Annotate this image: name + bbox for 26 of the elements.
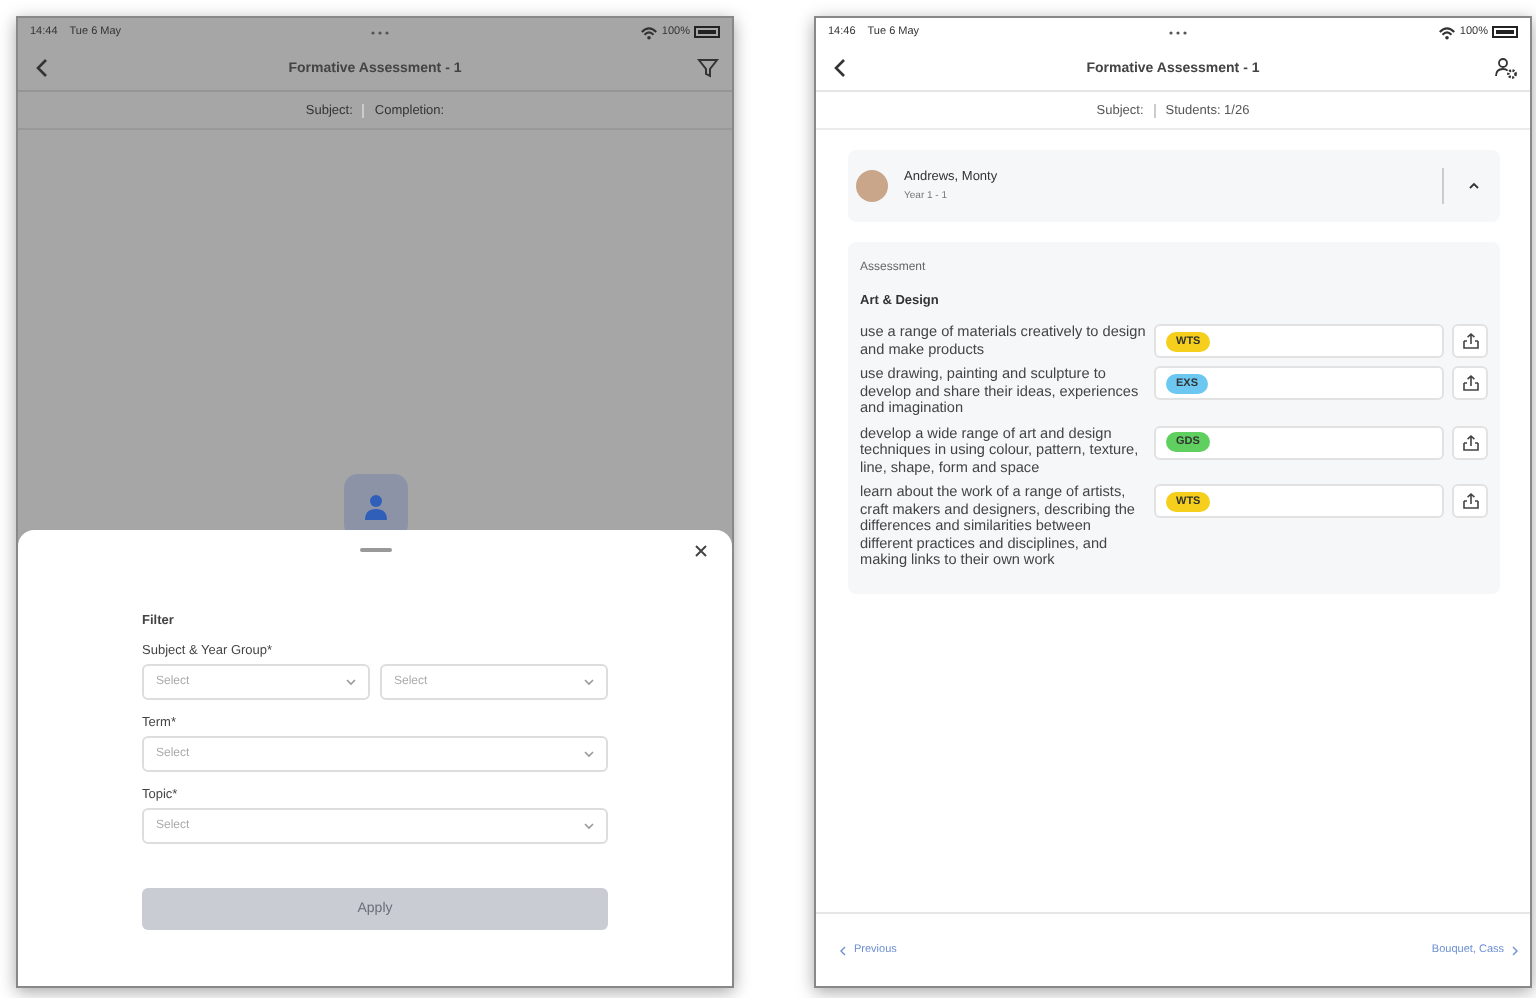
upload-icon [1461,433,1479,452]
chevron-down-icon [584,750,594,758]
wifi-icon [1437,24,1456,40]
upload-button[interactable] [1452,366,1488,401]
close-icon [694,544,708,558]
chevron-left-icon [840,945,846,955]
avatar-placeholder [856,170,888,202]
upload-icon [1461,492,1479,511]
chevron-up-icon [1468,182,1480,190]
upload-icon [1461,374,1479,393]
user-settings-icon[interactable] [1494,56,1518,80]
upload-icon [1461,332,1479,350]
chevron-right-icon [1512,945,1518,955]
dots-icon [1168,29,1189,35]
upload-button[interactable] [1452,324,1488,358]
filter-icon[interactable] [696,56,720,80]
battery-icon [694,26,720,38]
upload-button[interactable] [1452,484,1488,519]
upload-button[interactable] [1452,425,1488,460]
chevron-down-icon [584,678,594,686]
battery-icon [1492,26,1518,38]
wifi-icon [639,24,658,40]
chevron-down-icon [584,822,594,830]
dots-icon [370,29,391,35]
drag-handle[interactable] [360,548,392,552]
chevron-down-icon [346,678,356,686]
